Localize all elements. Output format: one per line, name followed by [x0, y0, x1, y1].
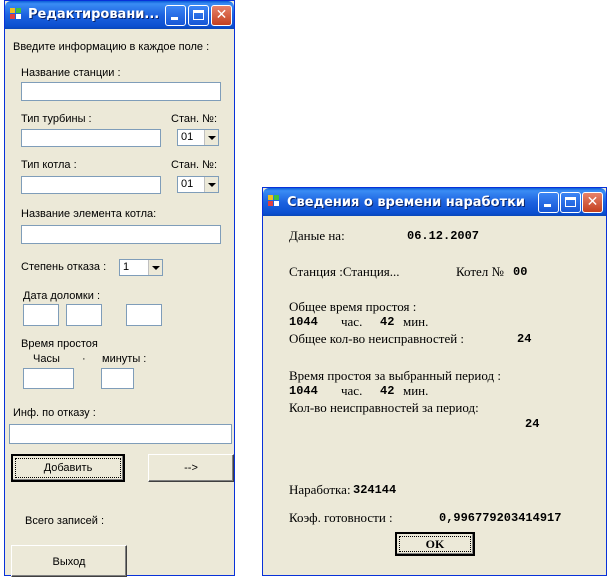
failure-degree-label: Степень отказа :: [21, 261, 107, 273]
station-name-label: Название станции :: [21, 67, 121, 79]
minutes-label: минуты :: [102, 353, 147, 365]
data-on-label: Даные на:: [289, 228, 345, 243]
boiler-type-label: Тип котла :: [21, 159, 77, 171]
period-hours-value: 1044: [289, 384, 318, 398]
total-faults-value: 24: [517, 332, 532, 346]
total-downtime-label: Общее время простоя :: [289, 299, 417, 314]
app-icon: [268, 195, 281, 208]
total-records-label: Всего записей :: [25, 515, 105, 527]
minimize-button[interactable]: [538, 192, 559, 213]
ok-button[interactable]: OK: [395, 532, 475, 556]
operating-time-value: 324144: [353, 483, 397, 497]
station-label: Станция :Станция...: [289, 264, 400, 279]
boiler-value: 00: [513, 265, 528, 279]
exit-button[interactable]: Выход: [11, 545, 127, 577]
failure-degree-value: 1: [123, 261, 130, 273]
edit-window: Редактировани... ✕ Введите информацию в …: [4, 0, 235, 577]
total-hours-value: 1044: [289, 315, 318, 329]
period-minutes-unit: мин.: [403, 383, 429, 398]
maximize-icon: [193, 10, 204, 20]
instructions-label: Введите информацию в каждое поле :: [13, 41, 210, 53]
total-minutes-value: 42: [380, 315, 395, 329]
data-on-value: 06.12.2007: [407, 229, 480, 243]
add-button[interactable]: Добавить: [11, 454, 125, 482]
downtime-minutes-input[interactable]: [101, 368, 134, 389]
chevron-down-icon[interactable]: [204, 177, 218, 192]
hours-minutes-separator: ·: [82, 353, 86, 365]
break-date-month-input[interactable]: [66, 304, 102, 326]
hours-label: Часы: [33, 353, 60, 365]
availability-value: 0,996779203414917: [439, 511, 562, 525]
downtime-hours-input[interactable]: [23, 368, 74, 389]
total-hours-unit: час.: [341, 314, 363, 329]
boiler-element-input[interactable]: [21, 225, 221, 244]
close-icon: ✕: [586, 194, 599, 210]
station-name-input[interactable]: [21, 82, 221, 101]
boiler-label: Котел №: [456, 264, 504, 279]
period-faults-label: Кол-во неисправностей за период:: [289, 400, 479, 415]
minimize-button[interactable]: [165, 5, 186, 26]
turbine-station-no-label: Стан. №:: [171, 113, 218, 125]
total-minutes-unit: мин.: [403, 314, 429, 329]
maximize-button[interactable]: [188, 5, 209, 26]
availability-label: Коэф. готовности :: [289, 510, 393, 525]
boiler-station-no-select[interactable]: 01: [177, 176, 219, 193]
downtime-label: Время простоя: [21, 338, 98, 350]
app-icon: [10, 8, 23, 21]
boiler-element-label: Название элемента котла:: [21, 208, 157, 220]
close-icon: ✕: [215, 7, 228, 23]
boiler-station-no-value: 01: [181, 178, 194, 190]
boiler-type-input[interactable]: [21, 176, 161, 194]
edit-window-title: Редактировани...: [28, 7, 160, 22]
turbine-type-label: Тип турбины :: [21, 113, 92, 125]
turbine-station-no-value: 01: [181, 131, 194, 143]
turbine-station-no-select[interactable]: 01: [177, 129, 219, 146]
failure-info-label: Инф. по отказу :: [13, 407, 96, 419]
close-button[interactable]: ✕: [211, 5, 232, 26]
turbine-type-input[interactable]: [21, 129, 161, 147]
minimize-icon: [544, 204, 551, 207]
chevron-down-icon[interactable]: [148, 260, 162, 275]
total-faults-label: Общее кол-во неисправностей :: [289, 331, 465, 346]
edit-window-titlebar[interactable]: Редактировани... ✕: [5, 1, 234, 29]
period-minutes-value: 42: [380, 384, 395, 398]
info-window-title: Сведения о времени наработки: [287, 195, 526, 210]
maximize-button[interactable]: [560, 192, 581, 213]
next-button[interactable]: -->: [148, 454, 234, 482]
break-date-label: Дата доломки :: [23, 290, 100, 302]
break-date-year-input[interactable]: [126, 304, 162, 326]
period-hours-unit: час.: [341, 383, 363, 398]
boiler-station-no-label: Стан. №:: [171, 159, 218, 171]
info-window-titlebar[interactable]: Сведения о времени наработки ✕: [263, 188, 606, 216]
operating-time-label: Наработка:: [289, 482, 351, 497]
break-date-day-input[interactable]: [23, 304, 59, 326]
info-window: Сведения о времени наработки ✕ Даные на:…: [262, 187, 607, 576]
failure-degree-select[interactable]: 1: [119, 259, 163, 276]
minimize-icon: [171, 17, 178, 20]
period-downtime-label: Время простоя за выбранный период :: [289, 368, 501, 383]
period-faults-value: 24: [525, 417, 540, 431]
maximize-icon: [565, 197, 576, 207]
failure-info-input[interactable]: [9, 424, 232, 444]
chevron-down-icon[interactable]: [204, 130, 218, 145]
close-button[interactable]: ✕: [582, 192, 603, 213]
